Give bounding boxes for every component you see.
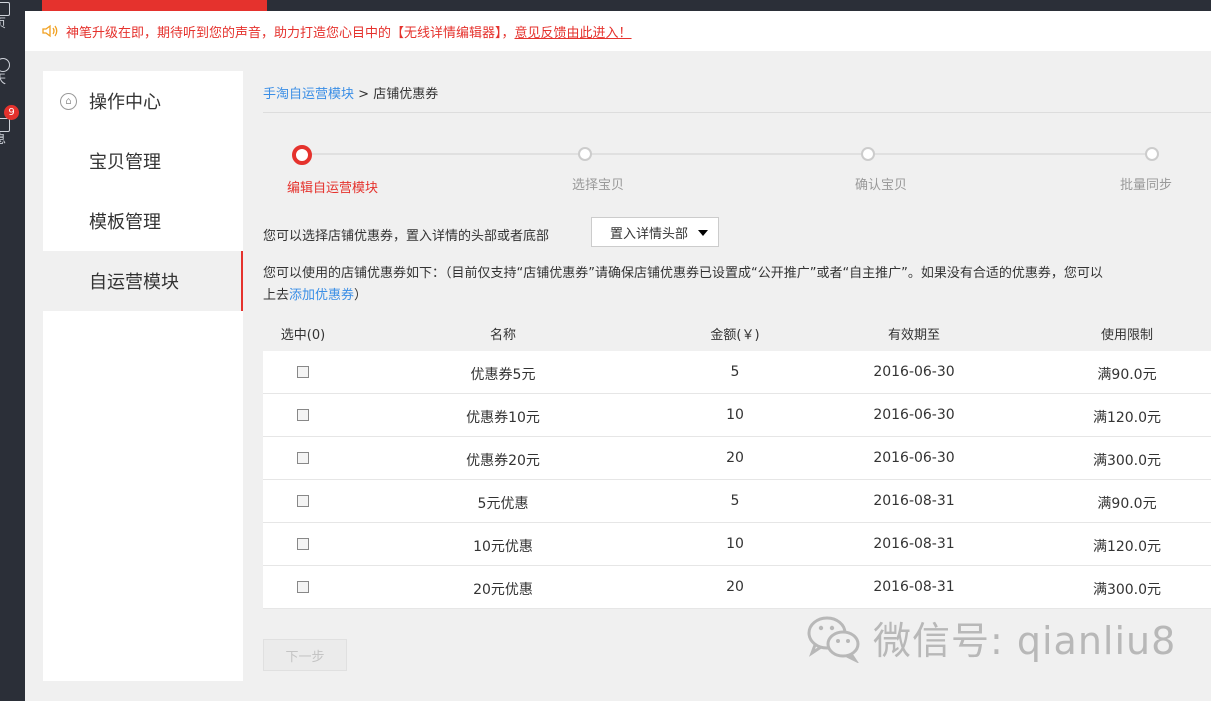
home-icon: [0, 2, 10, 16]
coupon-limit: 满90.0元: [1097, 367, 1157, 383]
coupon-expiry: 2016-06-30: [873, 407, 955, 423]
coupon-amount: 10: [726, 407, 744, 423]
coupon-name: 优惠券5元: [470, 367, 536, 383]
row-checkbox[interactable]: [297, 366, 309, 378]
coupon-name: 5元优惠: [477, 496, 529, 512]
top-bar: [25, 0, 1211, 11]
wechat-icon: [807, 616, 860, 663]
rail-item-label: 天: [0, 72, 7, 86]
add-coupon-link[interactable]: 添加优惠券: [289, 288, 354, 303]
next-step-button[interactable]: 下一步: [263, 639, 347, 671]
sidebar-item-templates[interactable]: 模板管理: [43, 191, 243, 251]
rail-item-label: 页: [0, 16, 7, 30]
breadcrumb-link[interactable]: 手淘自运营模块: [263, 87, 354, 102]
feedback-link[interactable]: 意见反馈由此进入！: [515, 22, 632, 41]
header-name: 名称: [489, 328, 516, 343]
table-header: 选中(0) 名称 金额(￥) 有效期至 使用限制: [263, 322, 1211, 350]
header-limit: 使用限制: [1100, 328, 1153, 343]
coupon-expiry: 2016-08-31: [873, 579, 955, 595]
rail-item-home[interactable]: 页: [0, 2, 25, 30]
main-content: 手淘自运营模块 > 店铺优惠券 编辑自运营模块 选择宝贝 确认宝贝 批量同步 您…: [243, 71, 1211, 701]
row-checkbox[interactable]: [297, 538, 309, 550]
coupon-amount: 10: [726, 536, 744, 552]
table-row: 5元优惠 5 2016-08-31 满90.0元: [263, 480, 1211, 523]
position-select-value: 置入详情头部: [610, 226, 689, 242]
coupon-amount: 20: [726, 450, 744, 466]
coupon-limit: 满120.0元: [1092, 410, 1162, 426]
step-label-sync: 批量同步: [1120, 178, 1173, 193]
wechat-watermark: 微信号: qianliu8: [805, 610, 1176, 665]
sidebar-item-label: 宝贝管理: [89, 152, 161, 173]
sidebar-item-operation-center[interactable]: ⌂ 操作中心: [43, 71, 243, 131]
row-checkbox[interactable]: [297, 495, 309, 507]
sidebar-item-label: 模板管理: [89, 212, 161, 233]
breadcrumb-separator: >: [358, 87, 370, 102]
notice-bar: 神笔升级在即，期待听到您的声音，助力打造您心目中的【无线详情编辑器】， 意见反馈由…: [25, 11, 1211, 51]
position-hint: 您可以选择店铺优惠券，置入详情的头部或者底部: [263, 229, 550, 244]
coupon-limit: 满120.0元: [1092, 539, 1162, 555]
table-row: 优惠券20元 20 2016-06-30 满300.0元: [263, 437, 1211, 480]
coupon-expiry: 2016-08-31: [873, 536, 955, 552]
row-checkbox[interactable]: [297, 581, 309, 593]
sidebar-item-label: 操作中心: [89, 92, 161, 113]
position-select[interactable]: 置入详情头部: [591, 217, 719, 247]
header-expiry: 有效期至: [887, 328, 940, 343]
notice-text: 神笔升级在即，期待听到您的声音，助力打造您心目中的【无线详情编辑器】，: [66, 25, 515, 41]
header-amount: 金额(￥): [710, 328, 760, 343]
sidebar: ⌂ 操作中心 宝贝管理 模板管理 自运营模块: [43, 71, 243, 681]
coupon-amount: 5: [730, 493, 740, 509]
coupon-amount: 20: [726, 579, 744, 595]
step-label-confirm: 确认宝贝: [855, 178, 908, 193]
row-checkbox[interactable]: [297, 409, 309, 421]
left-rail: 页 天 息 9: [0, 0, 25, 701]
description-prefix: 上去: [263, 288, 290, 303]
breadcrumb: 手淘自运营模块 > 店铺优惠券: [263, 83, 438, 102]
coupon-expiry: 2016-06-30: [873, 364, 955, 380]
coupon-name: 20元优惠: [473, 582, 533, 598]
breadcrumb-current: 店铺优惠券: [373, 87, 439, 102]
watermark-text: 微信号: qianliu8: [873, 619, 1177, 663]
description-line: 您可以使用的店铺优惠券如下：（目前仅支持“店铺优惠券”请确保店铺优惠券已设置成“…: [263, 266, 1103, 281]
header-selected: 选中(0): [280, 328, 326, 343]
rail-item-label: 息: [0, 132, 7, 146]
coupon-name: 10元优惠: [473, 539, 533, 555]
step-dot: [861, 147, 875, 161]
divider: [263, 112, 1211, 113]
step-label-select: 选择宝贝: [572, 178, 625, 193]
rail-item-chat[interactable]: 天: [0, 58, 25, 86]
caret-down-icon: [698, 230, 708, 236]
coupon-expiry: 2016-06-30: [873, 450, 955, 466]
sidebar-item-items[interactable]: 宝贝管理: [43, 131, 243, 191]
step-label-edit: 编辑自运营模块: [287, 181, 379, 196]
step-dot: [578, 147, 592, 161]
step-dot-active: [292, 145, 312, 165]
sidebar-item-label: 自运营模块: [89, 272, 179, 293]
sidebar-item-self-operation[interactable]: 自运营模块: [43, 251, 243, 311]
description-suffix: ）: [354, 288, 368, 303]
coupon-amount: 5: [730, 364, 740, 380]
home-circle-icon: ⌂: [60, 93, 77, 110]
notification-badge: 9: [4, 105, 19, 120]
table-row: 优惠券10元 10 2016-06-30 满120.0元: [263, 394, 1211, 437]
top-bar-accent: [42, 0, 267, 11]
rail-item-message[interactable]: 息: [0, 118, 25, 146]
coupon-limit: 满90.0元: [1097, 496, 1157, 512]
message-icon: [0, 118, 10, 132]
speaker-icon: [42, 24, 58, 38]
step-dot: [1145, 147, 1159, 161]
row-checkbox[interactable]: [297, 452, 309, 464]
steps-track: [301, 153, 1151, 155]
coupon-description: 您可以使用的店铺优惠券如下：（目前仅支持“店铺优惠券”请确保店铺优惠券已设置成“…: [263, 263, 1211, 307]
table-row: 10元优惠 10 2016-08-31 满120.0元: [263, 523, 1211, 566]
coupon-table: 优惠券5元 5 2016-06-30 满90.0元 优惠券10元 10 2016…: [263, 351, 1211, 609]
table-row: 20元优惠 20 2016-08-31 满300.0元: [263, 566, 1211, 609]
chat-icon: [0, 58, 10, 72]
coupon-limit: 满300.0元: [1092, 453, 1162, 469]
coupon-limit: 满300.0元: [1092, 582, 1162, 598]
coupon-name: 优惠券20元: [466, 453, 540, 469]
coupon-expiry: 2016-08-31: [873, 493, 955, 509]
coupon-name: 优惠券10元: [466, 410, 540, 426]
table-row: 优惠券5元 5 2016-06-30 满90.0元: [263, 351, 1211, 394]
